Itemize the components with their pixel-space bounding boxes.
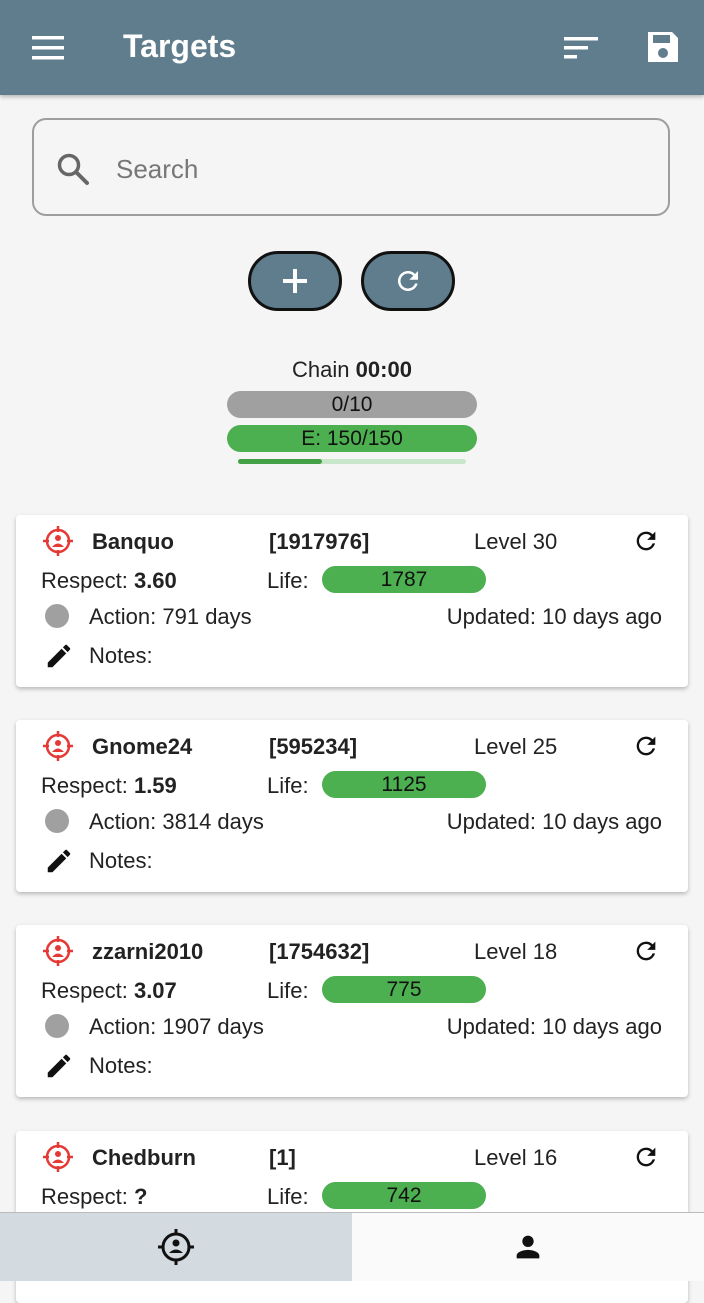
target-crosshair-icon (42, 1141, 74, 1173)
respect-label: Respect: (41, 978, 128, 1003)
respect-value: 1.59 (133, 773, 177, 798)
target-id: [595234] (269, 734, 358, 759)
target-card[interactable]: Gnome24 [595234] Level 25 Respect: 1.59 Life… (16, 720, 688, 892)
notes-label: Notes: (89, 643, 153, 668)
target-card[interactable]: Banquo [1917976] Level 30 Respect: 3.60 Life… (16, 515, 688, 687)
notes-label: Notes: (89, 1053, 153, 1078)
respect-field: Respect: 3.07 (41, 978, 177, 1004)
chain-label: Chain (292, 357, 350, 382)
chain-time: 00:00 (355, 357, 412, 382)
refresh-all-button[interactable] (361, 251, 455, 311)
life-bar: 1125 (322, 771, 486, 798)
respect-label: Respect: (41, 1184, 128, 1209)
respect-value: 3.60 (133, 568, 177, 593)
last-action: Action: 791 days (89, 604, 252, 629)
app-bar: Targets (0, 0, 704, 95)
tab-targets[interactable] (0, 1213, 352, 1281)
life-bar: 1787 (322, 566, 486, 593)
notes-label: Notes: (89, 848, 153, 873)
life-label: Life: (267, 978, 309, 1003)
tab-profile[interactable] (352, 1213, 704, 1281)
respect-field: Respect: 3.60 (41, 568, 177, 594)
life-label: Life: (267, 568, 309, 593)
person-icon (516, 1235, 540, 1259)
target-level: Level 25 (474, 734, 558, 759)
respect-value: ? (133, 1184, 148, 1209)
sort-icon[interactable] (562, 33, 600, 63)
target-id: [1917976] (269, 529, 370, 554)
respect-value: 3.07 (133, 978, 177, 1003)
status-dot (45, 1014, 69, 1038)
crosshair-person-icon (158, 1229, 194, 1265)
menu-icon[interactable] (30, 33, 66, 63)
target-crosshair-icon (42, 525, 74, 557)
sub-progress-track (238, 459, 466, 464)
respect-label: Respect: (41, 773, 128, 798)
refresh-icon[interactable] (632, 732, 660, 760)
refresh-icon[interactable] (632, 1143, 660, 1171)
respect-label: Respect: (41, 568, 128, 593)
target-crosshair-icon (42, 730, 74, 762)
chain-progress-bar: 0/10 (227, 391, 477, 418)
target-name[interactable]: zzarni2010 (92, 939, 203, 965)
chain-timer: Chain 00:00 (0, 357, 704, 383)
edit-icon[interactable] (44, 846, 74, 876)
status-dot (45, 604, 69, 628)
last-updated: Updated: 10 days ago (446, 1014, 662, 1039)
target-id: [1754632] (269, 939, 370, 964)
last-updated: Updated: 10 days ago (446, 809, 662, 834)
target-level: Level 16 (474, 1145, 558, 1170)
bottom-nav (0, 1212, 704, 1281)
edit-icon[interactable] (44, 641, 74, 671)
respect-field: Respect: 1.59 (41, 773, 177, 799)
refresh-icon[interactable] (632, 937, 660, 965)
add-icon (283, 269, 307, 293)
respect-field: Respect: ? (41, 1184, 147, 1210)
life-label: Life: (267, 1184, 309, 1209)
target-name[interactable]: Chedburn (92, 1145, 196, 1171)
status-dot (45, 809, 69, 833)
target-card[interactable]: zzarni2010 [1754632] Level 18 Respect: 3.07… (16, 925, 688, 1097)
search-input[interactable] (114, 148, 638, 190)
target-name[interactable]: Gnome24 (92, 734, 192, 760)
last-action: Action: 1907 days (89, 1014, 264, 1039)
target-level: Level 18 (474, 939, 558, 964)
target-id: [1] (269, 1145, 296, 1170)
life-bar: 742 (322, 1182, 486, 1209)
search-icon (57, 153, 89, 185)
target-level: Level 30 (474, 529, 558, 554)
save-icon[interactable] (645, 29, 681, 65)
target-name[interactable]: Banquo (92, 529, 174, 555)
add-target-button[interactable] (248, 251, 342, 311)
edit-icon[interactable] (44, 1051, 74, 1081)
refresh-icon (398, 271, 418, 291)
last-updated: Updated: 10 days ago (446, 604, 662, 629)
energy-bar: E: 150/150 (227, 425, 477, 452)
search-box (32, 118, 670, 216)
refresh-icon[interactable] (632, 527, 660, 555)
life-bar: 775 (322, 976, 486, 1003)
life-label: Life: (267, 773, 309, 798)
sub-progress-fill (238, 459, 323, 464)
page-title: Targets (123, 28, 237, 64)
target-crosshair-icon (42, 935, 74, 967)
last-action: Action: 3814 days (89, 809, 264, 834)
